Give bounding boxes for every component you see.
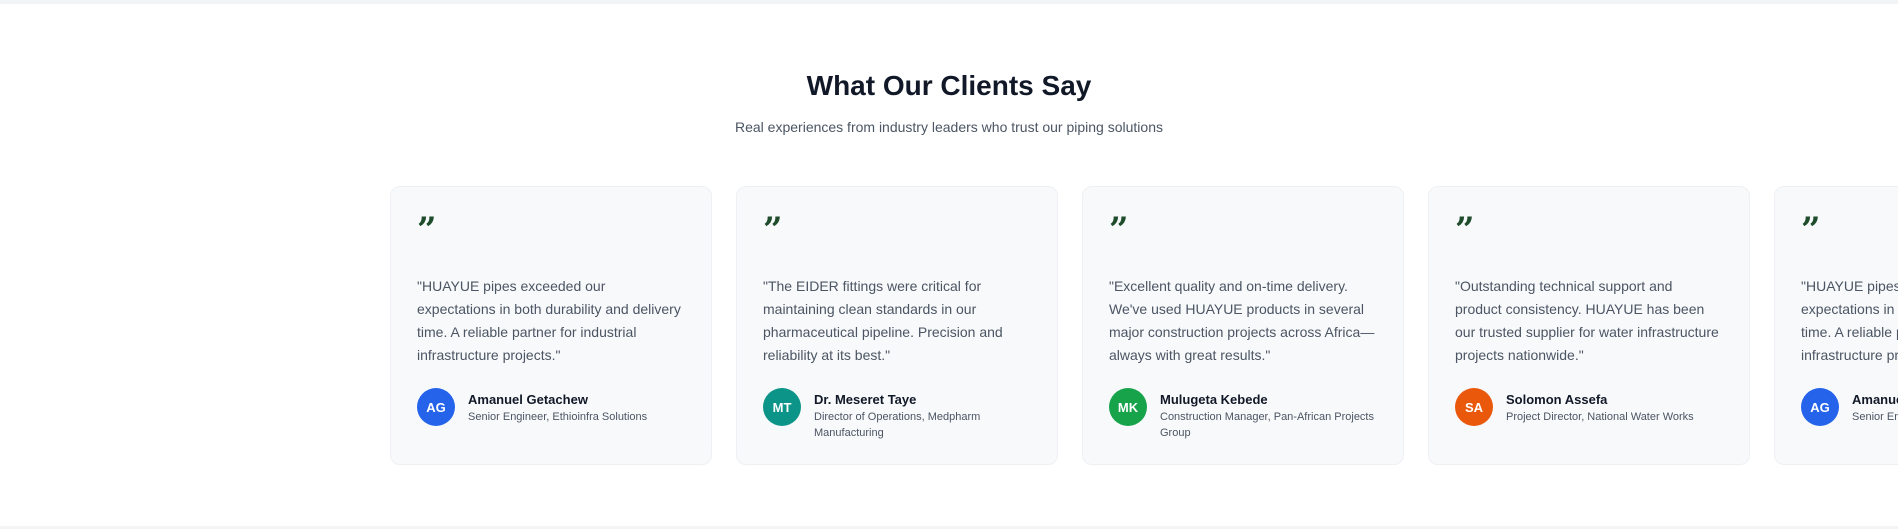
author-role: Senior Engineer, Ethioinfra Solutions <box>1852 411 1898 423</box>
author-name: Dr. Meseret Taye <box>814 392 917 407</box>
section-subtitle: Real experiences from industry leaders w… <box>735 119 1163 135</box>
testimonial-card: ” "HUAYUE pipes exceeded our expectation… <box>390 186 712 465</box>
author-role: Project Director, National Water Works <box>1506 411 1694 423</box>
testimonial-author: MK Mulugeta Kebede Construction Manager,… <box>1109 388 1382 441</box>
top-divider <box>0 0 1898 4</box>
author-name: Amanuel Getachew <box>468 392 588 407</box>
avatar: MK <box>1109 388 1147 426</box>
avatar: AG <box>1801 388 1839 426</box>
author-name: Mulugeta Kebede <box>1160 392 1268 407</box>
quote-icon: ” <box>1455 210 1475 250</box>
testimonial-card: ” "Outstanding technical support and pro… <box>1428 186 1750 465</box>
testimonial-text: "HUAYUE pipes exceeded our expectations … <box>1801 278 1898 363</box>
author-role: Senior Engineer, Ethioinfra Solutions <box>468 411 648 423</box>
testimonial-text: "HUAYUE pipes exceeded our expectations … <box>417 278 681 363</box>
author-info: Dr. Meseret Taye Director of Operations,… <box>814 388 1036 441</box>
testimonial-card: ” "The EIDER fittings were critical for … <box>736 186 1058 465</box>
testimonials-track: ” "HUAYUE pipes exceeded our expectation… <box>390 186 1898 465</box>
testimonial-text: "Excellent quality and on-time delivery.… <box>1109 278 1375 363</box>
avatar: AG <box>417 388 455 426</box>
testimonial-author: AG Amanuel Getachew Senior Engineer, Eth… <box>417 388 690 426</box>
testimonial-text: "Outstanding technical support and produ… <box>1455 278 1719 363</box>
author-info: Amanuel Getachew Senior Engineer, Ethioi… <box>468 388 690 425</box>
author-name: Solomon Assefa <box>1506 392 1608 407</box>
testimonial-author: MT Dr. Meseret Taye Director of Operatio… <box>763 388 1036 441</box>
section-title: What Our Clients Say <box>806 70 1092 101</box>
author-role: Construction Manager, Pan-African Projec… <box>1160 411 1374 439</box>
author-name: Amanuel Getachew <box>1852 392 1898 407</box>
testimonial-author: AG Amanuel Getachew Senior Engineer, Eth… <box>1801 388 1898 426</box>
quote-icon: ” <box>1801 210 1821 250</box>
author-info: Mulugeta Kebede Construction Manager, Pa… <box>1160 388 1382 441</box>
testimonial-card: ” "HUAYUE pipes exceeded our expectation… <box>1774 186 1898 465</box>
author-info: Amanuel Getachew Senior Engineer, Ethioi… <box>1852 388 1898 425</box>
avatar: SA <box>1455 388 1493 426</box>
testimonial-card: ” "Excellent quality and on-time deliver… <box>1082 186 1404 465</box>
avatar: MT <box>763 388 801 426</box>
testimonial-author: SA Solomon Assefa Project Director, Nati… <box>1455 388 1728 426</box>
quote-icon: ” <box>763 210 783 250</box>
testimonial-text: "The EIDER fittings were critical for ma… <box>763 278 1003 363</box>
author-info: Solomon Assefa Project Director, Nationa… <box>1506 388 1728 425</box>
quote-icon: ” <box>417 210 437 250</box>
testimonials-carousel[interactable]: ” "HUAYUE pipes exceeded our expectation… <box>0 186 1898 465</box>
author-role: Director of Operations, Medpharm Manufac… <box>814 411 981 439</box>
quote-icon: ” <box>1109 210 1129 250</box>
